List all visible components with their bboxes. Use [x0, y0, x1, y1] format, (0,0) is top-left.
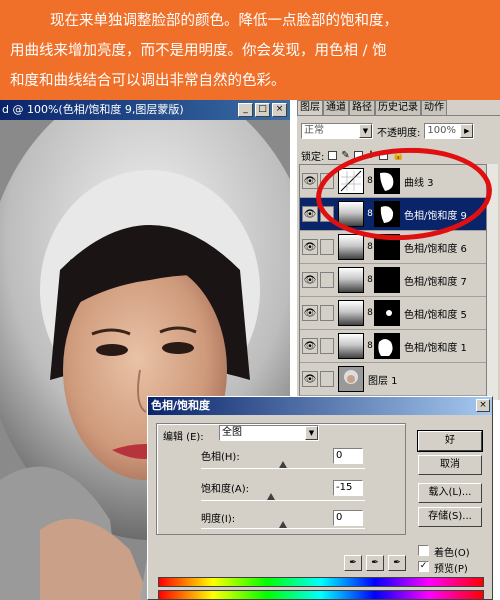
layer-link-slot[interactable] — [320, 239, 334, 255]
layer-row-hue-sat-5[interactable]: 👁 8 色相/饱和度 5 — [300, 297, 486, 330]
banner-line-2: 用曲线来增加亮度，而不是用明度。你会发现，用色相 / 饱 — [10, 43, 387, 59]
lightness-input[interactable]: 0 — [333, 510, 363, 526]
brush-icon: ✎ — [341, 149, 350, 161]
layers-panel: 图层 通道 路径 历史记录 动作 正常 ▼ 不透明度: 100% ▶ 锁定: ✎… — [296, 100, 500, 400]
tab-actions[interactable]: 动作 — [421, 100, 447, 115]
lock-label: 锁定: — [301, 151, 325, 163]
hue-saturation-thumbnail-icon — [338, 333, 364, 359]
eyedropper-minus-icon[interactable]: ✒ — [388, 555, 406, 571]
tab-paths[interactable]: 路径 — [349, 100, 375, 115]
hue-saturation-thumbnail-icon — [338, 234, 364, 260]
hue-saturation-thumbnail-icon — [338, 300, 364, 326]
saturation-label: 饱和度(A): — [201, 484, 250, 495]
visibility-eye-icon[interactable]: 👁 — [302, 305, 318, 321]
visibility-eye-icon[interactable]: 👁 — [302, 338, 318, 354]
layer-name: 色相/饱和度 1 — [404, 342, 467, 354]
saturation-slider-track[interactable] — [201, 500, 365, 501]
ok-button[interactable]: 好 — [417, 430, 483, 452]
instruction-banner: 现在来单独调整脸部的颜色。降低一点脸部的饱和度， 用曲线来增加亮度，而不是用明度… — [0, 0, 500, 100]
mask-link-icon: 8 — [367, 275, 373, 285]
layer-row-hue-sat-1[interactable]: 👁 8 色相/饱和度 1 — [300, 330, 486, 363]
portrait-thumbnail-icon — [344, 370, 358, 384]
hue-slider-handle[interactable] — [279, 461, 287, 468]
layer-link-slot[interactable] — [320, 371, 334, 387]
tab-history[interactable]: 历史记录 — [375, 100, 421, 115]
blend-mode-select[interactable]: 正常 ▼ — [301, 123, 373, 139]
layer-mask-thumbnail — [374, 333, 400, 359]
hue-label: 色相(H): — [201, 452, 240, 463]
layer-link-slot[interactable] — [320, 338, 334, 354]
save-button[interactable]: 存储(S)... — [418, 507, 482, 527]
layer-name: 图层 1 — [368, 375, 398, 387]
photo-thumbnail — [338, 366, 364, 392]
adjustment-group: 编辑 (E): 全图 ▼ 色相(H): 0 饱和度(A): -15 明度(I):… — [156, 423, 406, 535]
document-title-bar[interactable]: d @ 100%(色相/饱和度 9,图层蒙版) _ □ × — [0, 100, 290, 120]
minimize-button[interactable]: _ — [238, 103, 253, 117]
opacity-label: 不透明度: — [377, 127, 421, 139]
edit-select[interactable]: 全图 ▼ — [219, 425, 319, 441]
preview-checkbox[interactable]: ✓ — [418, 561, 429, 572]
mask-link-icon: 8 — [367, 341, 373, 351]
mask-shape-icon — [378, 339, 393, 356]
hue-saturation-dialog: 色相/饱和度 × 编辑 (E): 全图 ▼ 色相(H): 0 饱和度(A): -… — [147, 396, 493, 600]
colorize-checkbox[interactable] — [418, 545, 429, 556]
hue-slider-track[interactable] — [201, 468, 365, 469]
banner-line-1: 现在来单独调整脸部的颜色。降低一点脸部的饱和度， — [50, 13, 398, 29]
opacity-field[interactable]: 100% ▶ — [424, 123, 475, 139]
visibility-eye-icon[interactable]: 👁 — [302, 371, 318, 387]
visibility-eye-icon[interactable]: 👁 — [302, 272, 318, 288]
layer-link-slot[interactable] — [320, 305, 334, 321]
opacity-value: 100% — [427, 125, 456, 136]
panel-tabs: 图层 通道 路径 历史记录 动作 — [297, 100, 500, 116]
close-button[interactable]: × — [272, 103, 287, 117]
colorize-label: 着色(O) — [434, 548, 470, 559]
layer-name: 色相/饱和度 6 — [404, 243, 467, 255]
dialog-close-icon[interactable]: × — [476, 399, 490, 412]
maximize-button[interactable]: □ — [255, 103, 270, 117]
chevron-down-icon: ▼ — [359, 124, 372, 138]
load-button[interactable]: 载入(L)... — [418, 483, 482, 503]
lightness-slider-track[interactable] — [201, 528, 365, 529]
eyedropper-plus-icon[interactable]: ✒ — [366, 555, 384, 571]
hue-input[interactable]: 0 — [333, 448, 363, 464]
dialog-title-bar[interactable]: 色相/饱和度 × — [148, 397, 492, 415]
saturation-slider-handle[interactable] — [267, 493, 275, 500]
adjusted-spectrum-bar — [158, 590, 484, 600]
lightness-label: 明度(I): — [201, 514, 236, 525]
blend-mode-value: 正常 — [304, 125, 324, 136]
lightness-slider-handle[interactable] — [279, 521, 287, 528]
tab-channels[interactable]: 通道 — [323, 100, 349, 115]
cancel-button[interactable]: 取消 — [418, 455, 482, 475]
dialog-title: 色相/饱和度 — [151, 399, 211, 412]
layer-row-layer-1[interactable]: 👁 图层 1 — [300, 363, 486, 396]
layer-row-hue-sat-7[interactable]: 👁 8 色相/饱和度 7 — [300, 264, 486, 297]
layer-mask-thumbnail — [374, 300, 400, 326]
hue-spectrum-bar — [158, 577, 484, 587]
hue-saturation-thumbnail-icon — [338, 267, 364, 293]
banner-line-3: 和度和曲线结合可以调出非常自然的色彩。 — [10, 73, 286, 89]
mask-shape-icon — [386, 310, 392, 316]
mask-link-icon: 8 — [367, 308, 373, 318]
document-title: d @ 100%(色相/饱和度 9,图层蒙版) — [2, 103, 184, 116]
blend-row: 正常 ▼ 不透明度: 100% ▶ — [301, 122, 497, 140]
preview-label: 预览(P) — [434, 564, 468, 575]
layer-name: 色相/饱和度 5 — [404, 309, 467, 321]
tab-layers[interactable]: 图层 — [297, 100, 323, 115]
visibility-eye-icon[interactable]: 👁 — [302, 173, 318, 189]
edit-label: 编辑 (E): — [163, 432, 204, 443]
layer-name: 色相/饱和度 7 — [404, 276, 467, 288]
layer-mask-thumbnail — [374, 267, 400, 293]
visibility-eye-icon[interactable]: 👁 — [302, 239, 318, 255]
mask-link-icon: 8 — [367, 242, 373, 252]
layer-link-slot[interactable] — [320, 272, 334, 288]
edit-value: 全图 — [222, 427, 242, 438]
visibility-eye-icon[interactable]: 👁 — [302, 206, 318, 222]
chevron-right-icon: ▶ — [460, 124, 474, 138]
chevron-down-icon: ▼ — [305, 426, 318, 440]
lock-transparency-checkbox[interactable] — [328, 150, 338, 160]
eyedropper-icon[interactable]: ✒ — [344, 555, 362, 571]
saturation-input[interactable]: -15 — [333, 480, 363, 496]
